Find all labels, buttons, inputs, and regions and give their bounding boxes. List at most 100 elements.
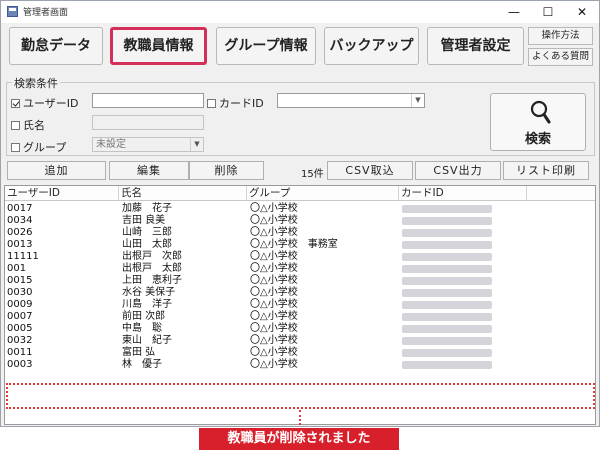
csv-import-button[interactable]: CSV取込 [327, 161, 413, 180]
user-id-checkbox[interactable] [11, 99, 20, 108]
cell-user-id: 0013 [7, 239, 33, 250]
close-button[interactable]: ✕ [565, 1, 599, 23]
deleted-rows-highlight [6, 383, 595, 409]
cell-group: 〇△小学校 [250, 287, 298, 298]
cell-card-id-masked [402, 361, 492, 369]
edit-button[interactable]: 編集 [109, 161, 189, 180]
menu-group-info-button[interactable]: グループ情報 [216, 27, 316, 65]
cell-group: 〇△小学校 [250, 227, 298, 238]
card-id-checkbox-label[interactable]: カードID [207, 95, 264, 111]
search-icon [530, 100, 551, 124]
cell-user-id: 0011 [7, 347, 33, 358]
cell-user-id: 0005 [7, 323, 33, 334]
title-bar: 管理者画面 — ☐ ✕ [1, 1, 599, 23]
name-checkbox[interactable] [11, 121, 20, 130]
admin-window: 管理者画面 — ☐ ✕ 勤怠データ 教職員情報 グループ情報 バックアップ 管理… [0, 0, 600, 427]
chevron-down-icon: ▼ [190, 138, 203, 151]
cell-card-id-masked [402, 205, 492, 213]
cell-group: 〇△小学校 [250, 251, 298, 262]
cell-card-id-masked [402, 349, 492, 357]
card-id-checkbox[interactable] [207, 99, 216, 108]
cell-user-id: 0009 [7, 299, 33, 310]
table-row[interactable]: 0017 加藤 花子 〇△小学校 [5, 203, 595, 215]
cell-user-id: 0034 [7, 215, 33, 226]
print-list-button[interactable]: リスト印刷 [503, 161, 589, 180]
table-header: ユーザーID 氏名 グループ カードID [5, 186, 595, 201]
table-row[interactable]: 0007 前田 次郎 〇△小学校 [5, 311, 595, 323]
menu-kintai-data-button[interactable]: 勤怠データ [9, 27, 103, 65]
cell-card-id-masked [402, 241, 492, 249]
cell-group: 〇△小学校 [250, 275, 298, 286]
cell-name: 前田 次郎 [122, 311, 166, 322]
table-row[interactable]: 0026 山崎 三郎 〇△小学校 [5, 227, 595, 239]
add-button[interactable]: 追加 [7, 161, 106, 180]
card-id-label: カードID [219, 97, 264, 110]
menu-staff-info-button[interactable]: 教職員情報 [110, 27, 207, 65]
cell-group: 〇△小学校 [250, 323, 298, 334]
cell-name: 東山 紀子 [122, 335, 172, 346]
card-id-select[interactable]: ▼ [277, 93, 425, 108]
table-row[interactable]: 0005 中島 聡 〇△小学校 [5, 323, 595, 335]
table-row[interactable]: 0015 上田 恵利子 〇△小学校 [5, 275, 595, 287]
group-label: グループ [23, 141, 67, 154]
cell-user-id: 0007 [7, 311, 33, 322]
deleted-notice-callout: 教職員が削除されました [199, 428, 399, 450]
user-id-input[interactable] [92, 93, 204, 108]
table-row[interactable]: 0013 山田 太郎 〇△小学校 事務室 [5, 239, 595, 251]
name-label: 氏名 [23, 119, 45, 132]
cell-group: 〇△小学校 [250, 359, 298, 370]
menu-backup-button[interactable]: バックアップ [324, 27, 419, 65]
table-row[interactable]: 0003 林 優子 〇△小学校 [5, 359, 595, 371]
user-id-label: ユーザーID [23, 97, 79, 110]
table-row[interactable]: 001 出根戸 太郎 〇△小学校 [5, 263, 595, 275]
cell-user-id: 0003 [7, 359, 33, 370]
cell-user-id: 001 [7, 263, 27, 274]
search-button-label: 検索 [524, 132, 551, 147]
app-icon [7, 6, 18, 17]
table-row[interactable]: 0032 東山 紀子 〇△小学校 [5, 335, 595, 347]
column-header-card-id[interactable]: カードID [399, 186, 527, 201]
table-row[interactable]: 0011 富田 弘 〇△小学校 [5, 347, 595, 359]
table-row[interactable]: 0034 吉田 良美 〇△小学校 [5, 215, 595, 227]
cell-group: 〇△小学校 [250, 299, 298, 310]
group-checkbox-label[interactable]: グループ [11, 139, 66, 155]
minimize-button[interactable]: — [497, 1, 531, 23]
cell-name: 水谷 美保子 [122, 287, 176, 298]
csv-export-button[interactable]: CSV出力 [415, 161, 501, 180]
name-checkbox-label[interactable]: 氏名 [11, 117, 45, 133]
cell-name: 林 優子 [122, 359, 162, 370]
search-button[interactable]: 検索 [490, 93, 586, 151]
cell-group: 〇△小学校 [250, 215, 298, 226]
cell-name: 川島 洋子 [122, 299, 172, 310]
cell-name: 富田 弘 [122, 347, 156, 358]
cell-user-id: 0026 [7, 227, 33, 238]
table-row[interactable]: 11111 出根戸 次郎 〇△小学校 [5, 251, 595, 263]
cell-name: 出根戸 太郎 [122, 263, 182, 274]
group-checkbox[interactable] [11, 143, 20, 152]
cell-group: 〇△小学校 [250, 347, 298, 358]
column-header-user-id[interactable]: ユーザーID [5, 186, 119, 201]
search-conditions-legend: 検索条件 [12, 75, 60, 91]
group-select-value: 未設定 [96, 139, 126, 150]
cell-card-id-masked [402, 253, 492, 261]
cell-name: 山田 太郎 [122, 239, 172, 250]
cell-card-id-masked [402, 325, 492, 333]
howto-button[interactable]: 操作方法 [528, 27, 593, 45]
column-header-name[interactable]: 氏名 [119, 186, 247, 201]
cell-user-id: 11111 [7, 251, 39, 262]
table-row[interactable]: 0030 水谷 美保子 〇△小学校 [5, 287, 595, 299]
cell-name: 上田 恵利子 [122, 275, 182, 286]
cell-user-id: 0017 [7, 203, 33, 214]
delete-button[interactable]: 削除 [189, 161, 264, 180]
cell-user-id: 0015 [7, 275, 33, 286]
menu-admin-settings-button[interactable]: 管理者設定 [427, 27, 524, 65]
window-title: 管理者画面 [23, 8, 69, 18]
maximize-button[interactable]: ☐ [531, 1, 565, 23]
column-header-group[interactable]: グループ [247, 186, 399, 201]
faq-button[interactable]: よくある質問 [528, 48, 593, 66]
cell-card-id-masked [402, 337, 492, 345]
group-select[interactable]: 未設定 ▼ [92, 137, 204, 152]
name-input[interactable] [92, 115, 204, 130]
user-id-checkbox-label[interactable]: ユーザーID [11, 95, 79, 111]
table-row[interactable]: 0009 川島 洋子 〇△小学校 [5, 299, 595, 311]
